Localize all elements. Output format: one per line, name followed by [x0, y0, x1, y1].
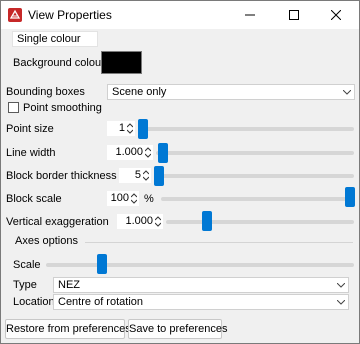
chevron-down-icon — [343, 90, 351, 95]
block-border-thickness-spinbox[interactable]: 5 — [119, 168, 151, 183]
block-scale-spinbox[interactable]: 100 — [107, 191, 139, 206]
colour-mode-field[interactable]: Single colour — [12, 31, 98, 47]
axes-type-value: NEZ — [58, 279, 80, 291]
point-size-value: 1 — [118, 122, 125, 134]
point-size-slider-handle[interactable] — [138, 119, 148, 139]
spin-down-icon[interactable] — [143, 176, 149, 181]
vertical-exaggeration-spinbox[interactable]: 1.000 — [117, 214, 163, 229]
spin-down-icon[interactable] — [145, 153, 151, 158]
spin-down-icon[interactable] — [131, 199, 137, 204]
block-border-thickness-label: Block border thickness — [6, 170, 117, 182]
bounding-boxes-label: Bounding boxes — [6, 86, 85, 98]
vertical-exaggeration-slider-track[interactable] — [166, 220, 354, 224]
block-scale-label: Block scale — [6, 193, 62, 205]
window-title: View Properties — [28, 8, 112, 22]
background-colour-swatch[interactable] — [101, 51, 142, 74]
block-scale-value: 100 — [110, 192, 129, 204]
block-border-thickness-value: 5 — [134, 169, 141, 181]
block-scale-slider-track[interactable] — [161, 197, 354, 201]
bounding-boxes-value: Scene only — [112, 86, 167, 98]
spin-up-icon[interactable] — [127, 123, 133, 128]
vertical-exaggeration-label: Vertical exaggeration — [6, 216, 109, 228]
point-size-label: Point size — [6, 123, 54, 135]
close-button[interactable] — [313, 1, 359, 29]
block-border-thickness-slider-handle[interactable] — [154, 166, 164, 186]
line-width-slider-track[interactable] — [156, 151, 354, 155]
axes-scale-label: Scale — [13, 259, 41, 271]
spin-up-icon[interactable] — [145, 147, 151, 152]
spin-up-icon[interactable] — [155, 216, 161, 221]
close-icon — [331, 10, 341, 20]
chevron-down-icon — [337, 300, 345, 305]
spin-up-icon[interactable] — [143, 170, 149, 175]
axes-scale-slider-handle[interactable] — [96, 254, 107, 274]
line-width-label: Line width — [6, 147, 56, 159]
axes-options-title: Axes options — [15, 235, 78, 247]
save-to-preferences-button[interactable]: Save to preferences — [128, 319, 227, 339]
block-scale-unit: % — [144, 193, 154, 205]
point-smoothing-label: Point smoothing — [23, 102, 102, 114]
axes-type-label: Type — [13, 279, 37, 291]
background-colour-label: Background colour — [13, 57, 105, 69]
point-size-slider-track[interactable] — [138, 127, 354, 131]
line-width-spinbox[interactable]: 1.000 — [107, 145, 153, 160]
minimize-button[interactable] — [227, 1, 273, 29]
spin-up-icon[interactable] — [131, 193, 137, 198]
view-properties-window: View Properties Single colour Background… — [0, 0, 360, 344]
point-size-spinbox[interactable]: 1 — [107, 121, 135, 136]
app-logo-icon — [8, 8, 22, 22]
restore-from-preferences-button[interactable]: Restore from preferences — [5, 319, 131, 339]
line-width-value: 1.000 — [115, 146, 143, 158]
axes-location-select[interactable]: Centre of rotation — [53, 294, 349, 310]
bounding-boxes-select[interactable]: Scene only — [107, 84, 355, 100]
axes-type-select[interactable]: NEZ — [53, 277, 349, 293]
spin-down-icon[interactable] — [155, 222, 161, 227]
title-bar[interactable]: View Properties — [1, 1, 359, 29]
line-width-slider-handle[interactable] — [157, 143, 168, 163]
axes-options-divider — [85, 242, 353, 243]
vertical-exaggeration-slider-handle[interactable] — [202, 211, 213, 231]
maximize-button[interactable] — [271, 1, 317, 29]
vertical-exaggeration-value: 1.000 — [125, 215, 153, 227]
block-border-thickness-slider-track[interactable] — [154, 174, 354, 178]
block-scale-slider-handle[interactable] — [345, 187, 355, 207]
axes-location-label: Location — [13, 296, 55, 308]
chevron-down-icon — [337, 283, 345, 288]
spin-down-icon[interactable] — [127, 129, 133, 134]
axes-scale-slider-track[interactable] — [46, 263, 354, 267]
axes-location-value: Centre of rotation — [58, 296, 143, 308]
point-smoothing-checkbox[interactable] — [8, 102, 19, 113]
